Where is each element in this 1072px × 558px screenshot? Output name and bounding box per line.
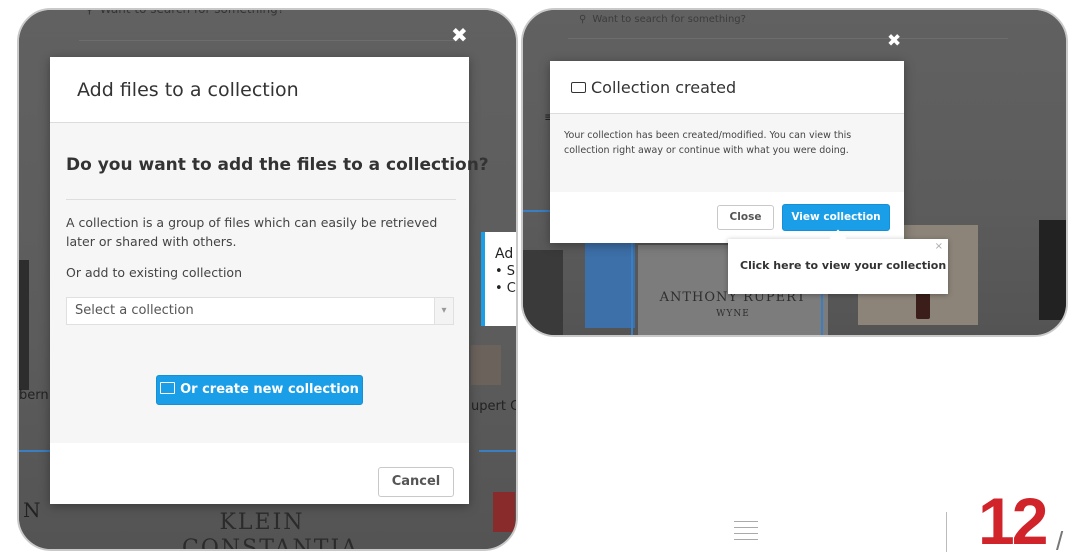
product-name-fragment-right: upert C xyxy=(471,399,518,414)
create-collection-button[interactable]: Or create new collection xyxy=(156,375,363,405)
modal-question: Do you want to add the files to a collec… xyxy=(66,155,489,175)
close-button[interactable]: Close xyxy=(717,205,774,230)
existing-collection-label: Or add to existing collection xyxy=(66,265,243,280)
modal-title: Add files to a collection xyxy=(77,79,299,101)
page-slash: / xyxy=(1056,526,1064,556)
wine-bottle-image xyxy=(19,260,29,390)
divider xyxy=(79,40,459,41)
cancel-button[interactable]: Cancel xyxy=(378,467,454,497)
modal-body: Do you want to add the files to a collec… xyxy=(50,123,489,443)
chevron-down-icon[interactable]: ▾ xyxy=(434,298,453,324)
right-screenshot-panel: ⚲Want to search for something? ≡ ANTHONY… xyxy=(521,8,1068,337)
modal-title: Collection created xyxy=(591,78,737,97)
collection-select[interactable]: Select a collection ▾ xyxy=(66,297,454,325)
search-bar[interactable]: ⚲ Want to search for something? xyxy=(579,14,746,25)
search-icon: ⚲ xyxy=(579,14,587,25)
product-name-fragment: bern xyxy=(19,388,49,403)
wine-label-line2: CONSTANTIA xyxy=(182,536,360,551)
view-collection-tooltip: Click here to view your collection × xyxy=(728,229,948,294)
card-border xyxy=(631,238,633,335)
modal-title-row: Collection created xyxy=(571,78,736,97)
card-border xyxy=(479,450,516,452)
card-border xyxy=(19,450,51,452)
image-icon xyxy=(160,382,176,394)
tooltip-line: • C xyxy=(495,281,516,296)
footer-divider xyxy=(946,512,947,552)
wine-label: KLEIN CONSTANTIA xyxy=(182,510,360,551)
close-icon[interactable]: ✖ xyxy=(887,33,901,50)
wine-label-line1: KLEIN xyxy=(219,510,305,535)
create-collection-label: Or create new collection xyxy=(180,382,359,397)
modal-body: Your collection has been created/modifie… xyxy=(550,114,904,192)
tooltip-close-icon[interactable]: × xyxy=(935,241,943,252)
tooltip-text: Click here to view your collection xyxy=(740,259,947,272)
collection-created-modal: Collection created Your collection has b… xyxy=(550,61,904,243)
product-thumbnail-red xyxy=(493,492,515,532)
search-placeholder: Want to search for something? xyxy=(99,8,285,16)
tooltip-line: • S xyxy=(495,264,516,279)
divider xyxy=(66,199,456,200)
search-placeholder: Want to search for something? xyxy=(592,14,746,25)
label-fragment: N xyxy=(23,498,41,522)
inbox-icon xyxy=(571,82,586,93)
background-tooltip: Ad • S • C xyxy=(481,232,516,326)
modal-message: Your collection has been created/modifie… xyxy=(564,130,852,156)
add-to-collection-modal: Add files to a collection Do you want to… xyxy=(50,57,489,504)
wine-label-line2: WYNE xyxy=(716,309,750,319)
tooltip-title: Ad xyxy=(495,246,514,262)
product-thumbnail xyxy=(585,238,635,328)
view-collection-button[interactable]: View collection xyxy=(782,204,890,231)
search-bar[interactable]: ⚲ Want to search for something? xyxy=(85,8,285,16)
page-number: 12 xyxy=(978,484,1048,558)
divider xyxy=(568,38,1008,39)
product-thumbnail xyxy=(471,345,501,385)
close-icon[interactable]: ✖ xyxy=(451,25,468,45)
wine-bottle-image xyxy=(523,250,563,335)
search-icon: ⚲ xyxy=(85,8,94,16)
modal-description: A collection is a group of files which c… xyxy=(66,215,438,249)
collection-select-value: Select a collection xyxy=(75,303,194,318)
wine-bottle-image xyxy=(1039,220,1066,320)
left-screenshot-panel: ⚲ Want to search for something? bern N KL… xyxy=(17,8,518,551)
menu-icon[interactable] xyxy=(734,521,758,540)
